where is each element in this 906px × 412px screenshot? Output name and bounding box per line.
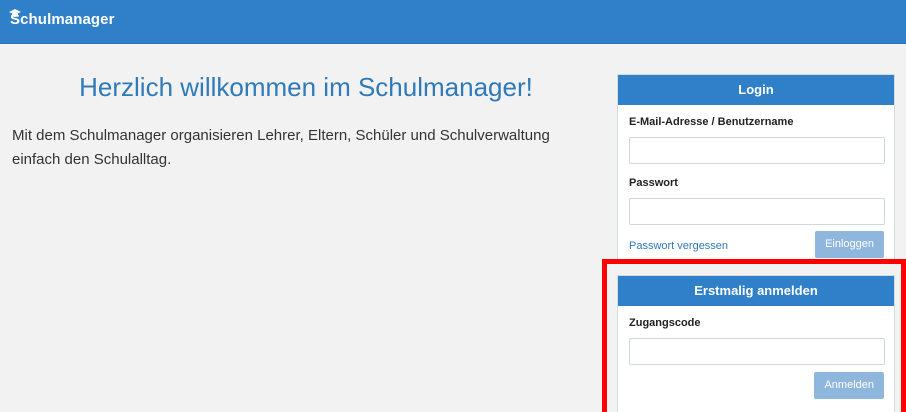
login-card: Login E-Mail-Adresse / Benutzername Pass… bbox=[617, 74, 895, 263]
login-card-title: Login bbox=[618, 75, 894, 105]
username-input[interactable] bbox=[629, 137, 885, 164]
graduation-cap-icon bbox=[9, 4, 21, 17]
welcome-text: Mit dem Schulmanager organisieren Lehrer… bbox=[12, 127, 550, 168]
brand-name: Schulmanager bbox=[10, 11, 115, 28]
highlight-frame bbox=[602, 259, 906, 412]
login-button[interactable]: Einloggen bbox=[815, 231, 884, 258]
top-navbar: Schulmanager bbox=[0, 0, 906, 44]
brand-logo[interactable]: Schulmanager bbox=[9, 9, 115, 30]
username-label: E-Mail-Adresse / Benutzername bbox=[629, 116, 794, 128]
welcome-title: Herzlich willkommen im Schulmanager! bbox=[79, 72, 533, 102]
forgot-password-link[interactable]: Passwort vergessen bbox=[629, 240, 728, 252]
password-input[interactable] bbox=[629, 198, 885, 225]
password-label: Passwort bbox=[629, 177, 678, 189]
